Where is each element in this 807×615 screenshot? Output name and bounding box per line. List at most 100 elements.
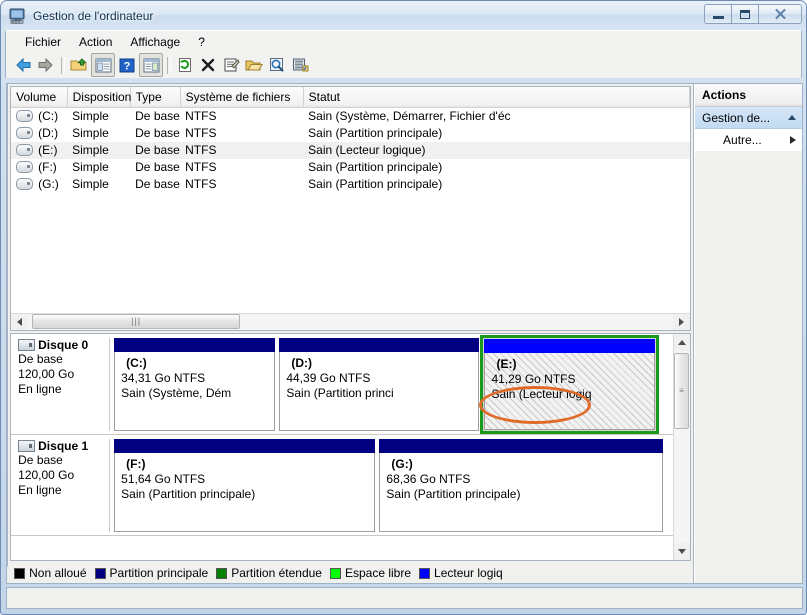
legend-swatch: [14, 568, 25, 579]
toolbar-separator-2: [167, 57, 171, 74]
legend-swatch: [216, 568, 227, 579]
partition-c[interactable]: (C:) 34,31 Go NTFS Sain (Système, Dém: [114, 338, 275, 431]
rescan-disks-icon: [292, 57, 309, 73]
forward-button[interactable]: [35, 54, 57, 76]
svg-text:?: ?: [124, 60, 131, 72]
show-hide-actions-button[interactable]: [139, 53, 163, 77]
menu-aide[interactable]: ?: [189, 32, 214, 52]
scroll-thumb[interactable]: |||: [32, 314, 240, 329]
cell-type: De base: [130, 176, 180, 193]
refresh-button[interactable]: [174, 54, 196, 76]
help-button[interactable]: ?: [116, 54, 138, 76]
delete-icon: [200, 57, 216, 73]
disk-list: Disque 0 De base 120,00 Go En ligne (C:): [11, 334, 673, 560]
cell-volume-text: (F:): [38, 160, 57, 174]
cell-status: Sain (Partition principale): [303, 159, 689, 176]
column-header-type[interactable]: Type: [130, 87, 180, 108]
minimize-icon: [713, 16, 724, 19]
search-button[interactable]: [266, 54, 288, 76]
legend-swatch: [95, 568, 106, 579]
volume-icon: [16, 161, 33, 173]
up-folder-button[interactable]: [68, 54, 90, 76]
partition-details: (C:) 34,31 Go NTFS Sain (Système, Dém: [114, 352, 275, 431]
up-folder-icon: [70, 57, 88, 73]
action-group-label: Gestion de...: [702, 111, 770, 125]
column-header-filesystem[interactable]: Système de fichiers: [180, 87, 303, 108]
cell-volume-text: (E:): [38, 143, 57, 157]
disk-size: 120,00 Go: [18, 367, 109, 382]
disk-row[interactable]: Disque 0 De base 120,00 Go En ligne (C:): [11, 334, 673, 435]
chevron-right-icon[interactable]: [790, 136, 796, 144]
open-folder-icon: [245, 58, 263, 73]
legend-label: Partition principale: [110, 566, 209, 580]
scroll-right-button[interactable]: [673, 314, 690, 330]
scroll-left-button[interactable]: [7, 567, 8, 583]
disk-management-pane: Volume Disposition Type Système de fichi…: [8, 84, 694, 583]
cell-volume: (E:): [11, 142, 67, 159]
volume-list-horizontal-scrollbar[interactable]: |||: [11, 313, 690, 330]
partition-color-bar: [379, 439, 662, 453]
partition-strip: (F:) 51,64 Go NTFS Sain (Partition princ…: [110, 439, 670, 532]
graphical-disk-view[interactable]: Disque 0 De base 120,00 Go En ligne (C:): [10, 333, 691, 561]
show-hide-tree-button[interactable]: [91, 53, 115, 77]
menu-bar: Fichier Action Affichage ?: [5, 30, 802, 52]
cell-layout: Simple: [67, 125, 130, 142]
chevron-up-icon[interactable]: [788, 115, 796, 120]
cell-type: De base: [130, 142, 180, 159]
disk-kind: De base: [18, 453, 109, 468]
scroll-left-button[interactable]: [11, 314, 28, 330]
disk-view-vertical-scrollbar[interactable]: ≡: [673, 334, 690, 560]
volume-table-header-row: Volume Disposition Type Système de fichi…: [11, 87, 689, 108]
computer-management-icon: [9, 8, 27, 24]
disk-row[interactable]: Disque 1 De base 120,00 Go En ligne (F:): [11, 435, 673, 536]
table-row[interactable]: (C:) Simple De base NTFS Sain (Système, …: [11, 108, 689, 125]
partition-f[interactable]: (F:) 51,64 Go NTFS Sain (Partition princ…: [114, 439, 375, 532]
column-header-status[interactable]: Statut: [303, 87, 689, 108]
restore-button[interactable]: [731, 4, 759, 24]
table-row[interactable]: (F:) Simple De base NTFS Sain (Partition…: [11, 159, 689, 176]
action-item-more[interactable]: Autre...: [695, 129, 802, 151]
cell-volume: (F:): [11, 159, 67, 176]
column-header-volume[interactable]: Volume: [11, 87, 67, 108]
actions-pane: Actions Gestion de... Autre...: [694, 84, 802, 583]
cell-filesystem: NTFS: [180, 159, 303, 176]
menu-fichier[interactable]: Fichier: [16, 32, 70, 52]
back-button[interactable]: [12, 54, 34, 76]
partition-d[interactable]: (D:) 44,39 Go NTFS Sain (Partition princ…: [279, 338, 479, 431]
table-row[interactable]: (E:) Simple De base NTFS Sain (Lecteur l…: [11, 142, 689, 159]
scroll-track[interactable]: |||: [28, 314, 673, 330]
scroll-track[interactable]: ≡: [674, 351, 690, 543]
partition-e[interactable]: (E:) 41,29 Go NTFS Sain (Lecteur logiq: [483, 338, 655, 431]
title-bar[interactable]: Gestion de l'ordinateur: [1, 1, 806, 30]
cell-filesystem: NTFS: [180, 108, 303, 125]
close-button[interactable]: [758, 4, 802, 24]
volume-list[interactable]: Volume Disposition Type Système de fichi…: [10, 86, 691, 331]
cell-status: Sain (Lecteur logique): [303, 142, 689, 159]
partition-details: (D:) 44,39 Go NTFS Sain (Partition princ…: [279, 352, 479, 431]
scroll-up-button[interactable]: [674, 334, 690, 351]
legend-item-logical-drive: Lecteur logiq: [419, 566, 503, 580]
disk-info[interactable]: Disque 1 De base 120,00 Go En ligne: [14, 439, 110, 532]
legend-label: Lecteur logiq: [434, 566, 503, 580]
table-row[interactable]: (G:) Simple De base NTFS Sain (Partition…: [11, 176, 689, 193]
disk-title: Disque 1: [18, 439, 109, 453]
volume-icon: [16, 110, 33, 122]
open-folder-button[interactable]: [243, 54, 265, 76]
menu-affichage[interactable]: Affichage: [121, 32, 189, 52]
action-group-disk-management[interactable]: Gestion de...: [695, 107, 802, 129]
partition-g[interactable]: (G:) 68,36 Go NTFS Sain (Partition princ…: [379, 439, 662, 532]
column-header-disposition[interactable]: Disposition: [67, 87, 130, 108]
menu-action[interactable]: Action: [70, 32, 121, 52]
console-tree[interactable]: Gestion de l'ordinateur (local) Outils s…: [7, 84, 8, 550]
delete-button[interactable]: [197, 54, 219, 76]
table-row[interactable]: (D:) Simple De base NTFS Sain (Partition…: [11, 125, 689, 142]
help-icon: ?: [119, 58, 135, 73]
scroll-down-button[interactable]: [674, 543, 690, 560]
rescan-disks-button[interactable]: [289, 54, 311, 76]
actions-pane-icon: [143, 58, 160, 73]
scroll-thumb[interactable]: ≡: [674, 353, 689, 429]
minimize-button[interactable]: [704, 4, 732, 24]
cell-status: Sain (Partition principale): [303, 125, 689, 142]
properties-button[interactable]: [220, 54, 242, 76]
disk-info[interactable]: Disque 0 De base 120,00 Go En ligne: [14, 338, 110, 431]
